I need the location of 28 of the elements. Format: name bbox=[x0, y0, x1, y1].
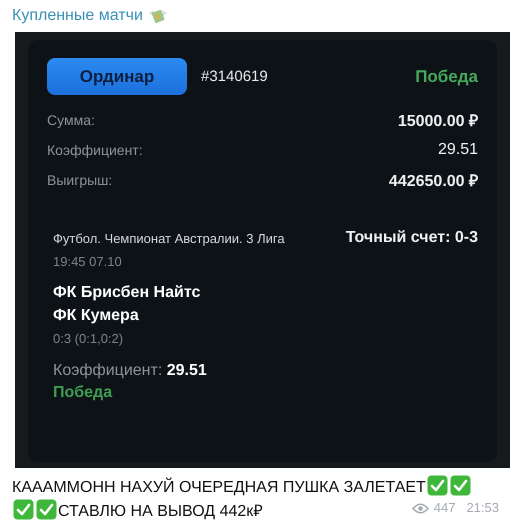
field-label: Коэффициент: bbox=[47, 142, 143, 158]
check-mark-icon bbox=[450, 475, 471, 496]
bet-type-button[interactable]: Ординар bbox=[47, 58, 187, 95]
message-text: КАААММОНН НАХУЙ ОЧЕРЕДНАЯ ПУШКА ЗАЛЕТАЕТ bbox=[12, 479, 426, 496]
match-time: 19:45 07.10 bbox=[53, 254, 123, 269]
bet-number: #3140619 bbox=[201, 68, 268, 85]
result-status: Победа bbox=[53, 384, 114, 402]
eye-icon bbox=[412, 502, 429, 514]
field-value: 29.51 bbox=[438, 141, 478, 159]
field-label: Сумма: bbox=[47, 112, 95, 128]
channel-title[interactable]: Купленные матчи bbox=[12, 7, 143, 25]
check-mark-icon bbox=[426, 475, 448, 496]
message-text: СТАВЛЮ НА ВЫВОД 442к₽ bbox=[58, 503, 262, 520]
team-name: ФК Кумера bbox=[53, 306, 140, 326]
odds-text: Коэффициент: 29.51 bbox=[53, 362, 208, 380]
league-name: Футбол. Чемпионат Австралии. 3 Лига bbox=[53, 230, 286, 248]
view-count: 447 bbox=[434, 499, 456, 517]
field-value: 15000.00 ₽ bbox=[398, 112, 478, 131]
field-value: 442650.00 ₽ bbox=[388, 172, 478, 191]
check-mark-icon bbox=[13, 499, 34, 520]
message-time: 21:53 bbox=[466, 499, 499, 517]
field-label: Выигрыш: bbox=[47, 172, 112, 188]
team-name: ФК Брисбен Найтс bbox=[53, 283, 202, 303]
match-score: 0:3 (0:1,0:2) bbox=[53, 331, 124, 346]
check-mark-icon bbox=[36, 499, 57, 520]
market-name: Точный счет: 0-3 bbox=[346, 229, 478, 246]
bet-status: Победа bbox=[415, 66, 478, 86]
money-wings-icon bbox=[146, 7, 169, 25]
